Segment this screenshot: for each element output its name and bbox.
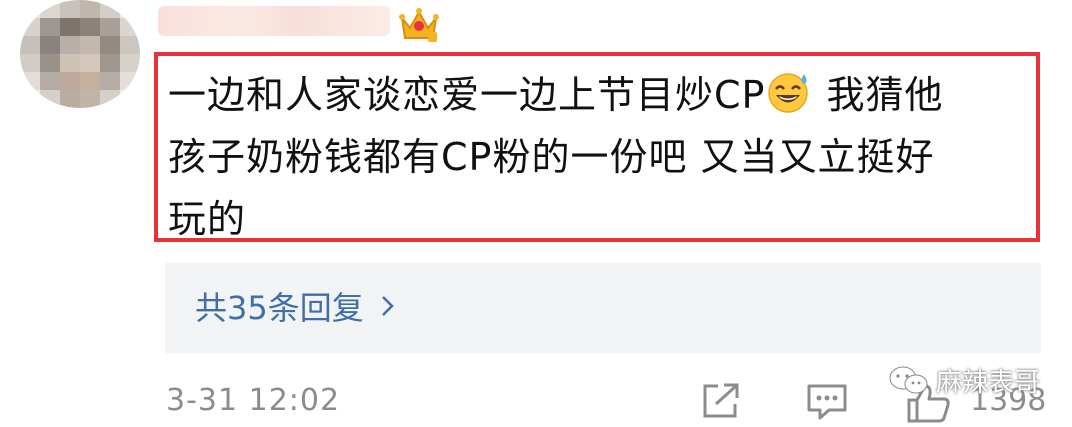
wechat-icon bbox=[889, 366, 928, 393]
comment-timestamp: 3-31 12:02 bbox=[166, 383, 341, 418]
view-replies-link[interactable]: 共35条回复 bbox=[195, 283, 396, 329]
watermark: 麻辣表哥 bbox=[888, 362, 1040, 399]
grinning-sweat-emoji bbox=[768, 73, 809, 113]
replies-label: 共35条回复 bbox=[195, 289, 364, 327]
chevron-right-icon bbox=[381, 296, 394, 316]
replies-panel: 共35条回复 bbox=[165, 263, 1041, 353]
avatar[interactable] bbox=[20, 0, 140, 108]
username-blurred[interactable] bbox=[158, 6, 390, 36]
share-icon[interactable] bbox=[700, 382, 742, 420]
comment-line3: 玩的 bbox=[168, 197, 247, 241]
comment-text: 一边和人家谈恋爱一边上节目炒CP 我猜他 孩子奶粉钱都有CP粉的一份吧 又当又立… bbox=[168, 64, 1028, 250]
comment-highlight-box: 一边和人家谈恋爱一边上节目炒CP 我猜他 孩子奶粉钱都有CP粉的一份吧 又当又立… bbox=[154, 52, 1040, 242]
watermark-text: 麻辣表哥 bbox=[936, 368, 1041, 398]
comment-line1-b: 我猜他 bbox=[813, 73, 944, 117]
crown-badge-icon bbox=[399, 8, 439, 42]
comment-icon[interactable] bbox=[805, 382, 849, 422]
comment-line1-a: 一边和人家谈恋爱一边上节目炒CP bbox=[168, 73, 766, 117]
comment-line2: 孩子奶粉钱都有CP粉的一份吧 又当又立挺好 bbox=[168, 135, 935, 179]
